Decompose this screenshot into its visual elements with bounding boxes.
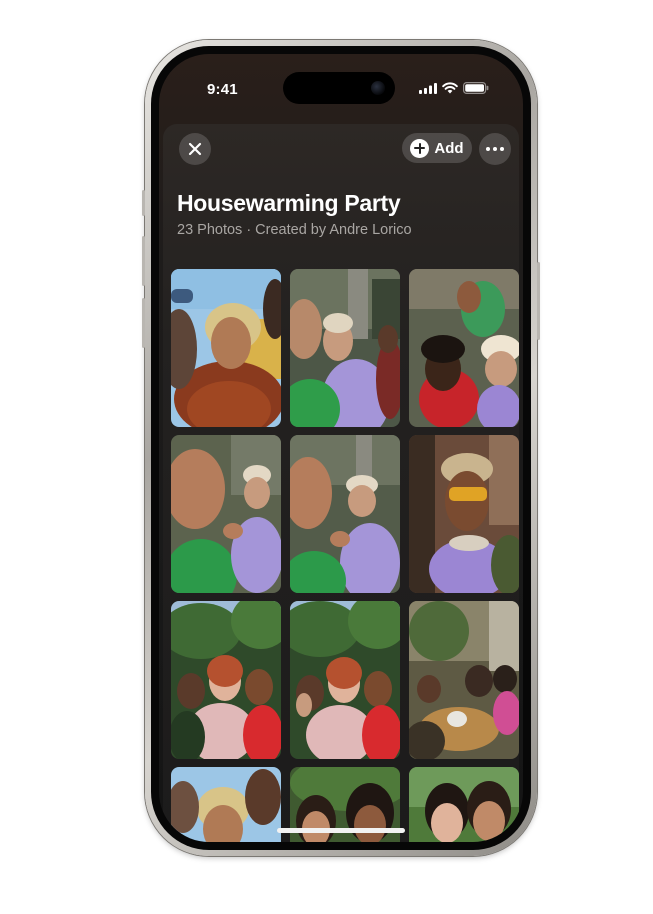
action-button	[142, 190, 145, 216]
photo-thumbnail[interactable]	[290, 435, 400, 593]
bezel: 9:41 Add Housewarming Party 23 Photos · …	[151, 46, 531, 850]
photo-thumbnail[interactable]	[290, 601, 400, 759]
screen: 9:41 Add Housewarming Party 23 Photos · …	[159, 54, 523, 842]
status-bar: 9:41	[159, 54, 523, 116]
wifi-icon	[442, 82, 458, 94]
home-indicator[interactable]	[277, 828, 405, 833]
more-icon	[486, 147, 504, 151]
dynamic-island	[283, 72, 395, 104]
album-sheet: Add Housewarming Party 23 Photos · Creat…	[163, 124, 519, 842]
more-button[interactable]	[479, 133, 511, 165]
photo-thumbnail[interactable]	[409, 767, 519, 842]
battery-icon	[463, 82, 489, 94]
close-icon	[188, 142, 202, 156]
photo-thumbnail[interactable]	[171, 601, 281, 759]
photo-thumbnail[interactable]	[171, 435, 281, 593]
status-time: 9:41	[207, 81, 238, 98]
photo-thumbnail[interactable]	[290, 269, 400, 427]
add-button[interactable]: Add	[402, 133, 472, 163]
power-button	[537, 262, 540, 340]
volume-up-button	[142, 236, 145, 286]
photo-thumbnail[interactable]	[409, 435, 519, 593]
photo-thumbnail[interactable]	[409, 269, 519, 427]
album-subtitle: 23 Photos · Created by Andre Lorico	[177, 222, 412, 238]
photo-thumbnail[interactable]	[409, 601, 519, 759]
plus-circle-icon	[410, 138, 430, 158]
volume-down-button	[142, 298, 145, 348]
signal-icon	[419, 82, 437, 94]
add-label: Add	[434, 139, 464, 157]
close-button[interactable]	[179, 133, 211, 165]
photo-grid	[171, 269, 519, 842]
phone-frame: 9:41 Add Housewarming Party 23 Photos · …	[142, 40, 540, 856]
album-title: Housewarming Party	[177, 190, 401, 216]
camera-icon	[371, 81, 385, 95]
photo-thumbnail[interactable]	[171, 767, 281, 842]
status-icons	[419, 82, 489, 94]
photo-thumbnail[interactable]	[171, 269, 281, 427]
